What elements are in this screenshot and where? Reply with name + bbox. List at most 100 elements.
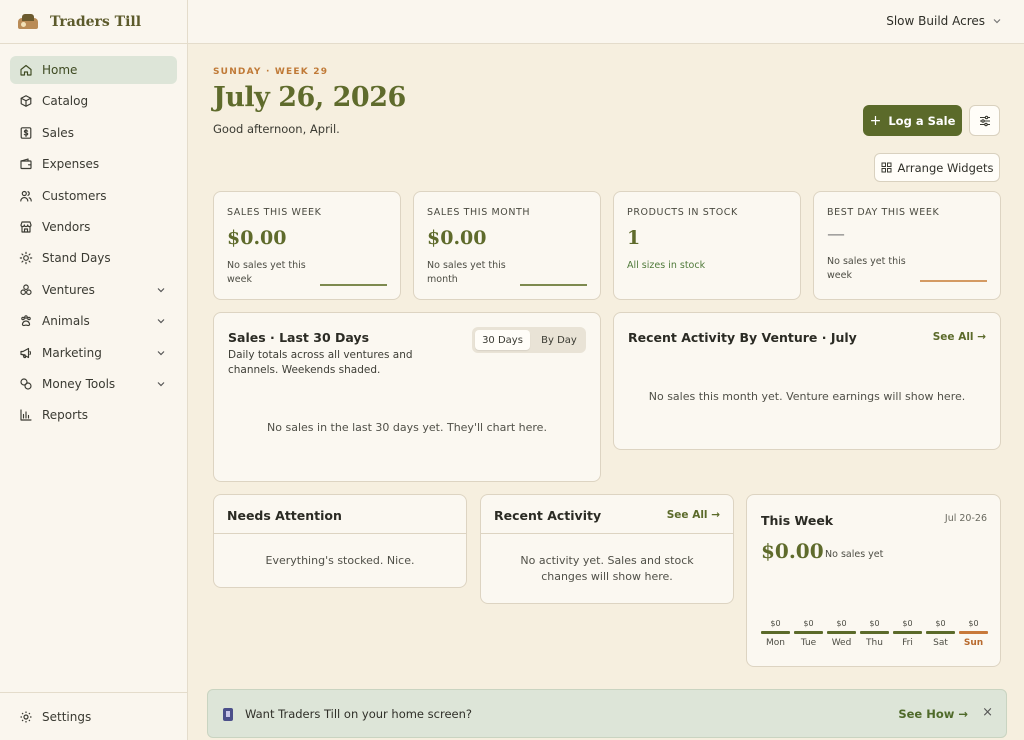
tab-by-day[interactable]: By Day: [534, 330, 584, 350]
sidebar-item-label: Home: [42, 63, 78, 77]
day-name: Wed: [831, 638, 852, 648]
stat-label: PRODUCTS IN STOCK: [627, 207, 738, 218]
sidebar-item-sales[interactable]: Sales: [10, 119, 177, 147]
log-sale-label: Log a Sale: [888, 113, 956, 128]
day-column: $0 Fri: [893, 619, 922, 648]
stat-value: $0.00: [427, 227, 487, 249]
week-note: No sales yet: [825, 549, 884, 560]
sidebar-item-label: Money Tools: [42, 376, 116, 391]
sidebar-item-label: Sales: [42, 125, 74, 140]
day-name: Thu: [866, 638, 883, 648]
this-week-card: This Week Jul 20-26 $0.00 No sales yet $…: [746, 494, 1001, 667]
filter-button[interactable]: [969, 105, 1000, 136]
day-bar: [794, 631, 823, 634]
sliders-icon: [979, 115, 990, 126]
greeting: Good afternoon, April.: [213, 122, 340, 136]
sidebar-item-catalog[interactable]: Catalog: [10, 87, 177, 115]
megaphone-icon: [19, 346, 33, 360]
day-value: $0: [836, 619, 847, 628]
sidebar-item-settings[interactable]: Settings: [10, 703, 177, 731]
sidebar-item-money-tools[interactable]: Money Tools: [10, 370, 177, 398]
day-value: $0: [869, 619, 880, 628]
ventures-icon: [19, 283, 33, 297]
plus-icon: +: [869, 112, 882, 129]
empty-state: Everything's stocked. Nice.: [265, 554, 415, 567]
day-value: $0: [968, 619, 979, 628]
sidebar-item-label: Marketing: [42, 345, 102, 360]
day-bar: [959, 631, 988, 634]
stat-card-best-day: BEST DAY THIS WEEK — No sales yet this w…: [813, 191, 1001, 300]
home-icon: [19, 63, 33, 77]
stat-subtext: No sales yet this week: [227, 260, 306, 285]
day-name: Mon: [766, 638, 785, 648]
paw-icon: [19, 314, 33, 328]
sidebar-item-customers[interactable]: Customers: [10, 182, 177, 210]
sidebar: Traders Till Home Catalog Sales Expenses Cus…: [0, 0, 188, 740]
dollar-icon: [19, 126, 33, 140]
sparkline: [920, 280, 987, 282]
sidebar-item-stand-days[interactable]: Stand Days: [10, 244, 177, 272]
sidebar-item-reports[interactable]: Reports: [10, 401, 177, 429]
sidebar-item-home[interactable]: Home: [10, 56, 177, 84]
log-sale-button[interactable]: + Log a Sale: [863, 105, 962, 136]
users-icon: [19, 189, 33, 203]
tab-30-days[interactable]: 30 Days: [475, 330, 530, 350]
sidebar-item-label: Catalog: [42, 94, 89, 109]
needs-attention-card: Needs Attention Everything's stocked. Ni…: [213, 494, 467, 588]
sun-icon: [19, 251, 33, 265]
sidebar-item-marketing[interactable]: Marketing: [10, 339, 177, 367]
day-name: Tue: [800, 638, 817, 648]
box-icon: [19, 94, 33, 108]
gear-icon: [19, 710, 33, 724]
empty-state: No sales in the last 30 days yet. They'l…: [267, 421, 547, 434]
stat-subtext: No sales yet this month: [427, 260, 506, 285]
chevron-down-icon[interactable]: [155, 284, 167, 296]
card-title: Needs Attention: [227, 508, 342, 523]
see-all-link[interactable]: See All →: [933, 331, 986, 343]
sidebar-item-expenses[interactable]: Expenses: [10, 150, 177, 178]
chevron-down-icon[interactable]: [155, 347, 167, 359]
card-title: Recent Activity By Venture · July: [628, 330, 857, 345]
day-value: $0: [770, 619, 781, 628]
stat-label: SALES THIS WEEK: [227, 207, 322, 218]
store-icon: [19, 220, 33, 234]
stat-card-sales-week: SALES THIS WEEK $0.00 No sales yet this …: [213, 191, 401, 300]
week-total: $0.00: [761, 539, 824, 563]
chevron-down-icon[interactable]: [155, 315, 167, 327]
stat-value: —: [827, 224, 845, 245]
install-banner: Want Traders Till on your home screen? S…: [207, 689, 1007, 738]
day-bar: [893, 631, 922, 634]
day-value: $0: [902, 619, 913, 628]
see-all-link[interactable]: See All →: [667, 509, 720, 521]
chevron-down-icon[interactable]: [155, 378, 167, 390]
see-how-link[interactable]: See How →: [898, 707, 968, 721]
chevron-down-icon: [993, 19, 1001, 24]
banner-text: Want Traders Till on your home screen?: [245, 707, 472, 721]
day-bar: [860, 631, 889, 634]
sidebar-nav: Home Catalog Sales Expenses Customers Vendors…: [0, 44, 187, 429]
phone-icon: [223, 708, 233, 721]
close-icon[interactable]: ×: [982, 705, 993, 720]
card-description: Daily totals across all ventures and cha…: [228, 349, 413, 376]
sidebar-item-vendors[interactable]: Vendors: [10, 213, 177, 241]
main-content: SUNDAY · WEEK 29 July 26, 2026 Good afte…: [188, 44, 1024, 740]
divider: [214, 533, 466, 534]
brand[interactable]: Traders Till: [0, 0, 187, 44]
account-switcher[interactable]: Slow Build Acres: [886, 14, 1002, 28]
day-value: $0: [803, 619, 814, 628]
sparkline: [320, 284, 387, 286]
card-title: Sales · Last 30 Days: [228, 330, 370, 345]
sidebar-item-ventures[interactable]: Ventures: [10, 276, 177, 304]
day-name: Fri: [902, 638, 913, 648]
day-bar: [827, 631, 856, 634]
stat-card-sales-month: SALES THIS MONTH $0.00 No sales yet this…: [413, 191, 601, 300]
sidebar-item-label: Reports: [42, 408, 89, 423]
wallet-icon: [19, 157, 33, 171]
day-bar: [926, 631, 955, 634]
sidebar-item-label: Vendors: [42, 219, 91, 234]
day-column: $0 Thu: [860, 619, 889, 648]
stat-value: $0.00: [227, 227, 287, 249]
arrange-widgets-button[interactable]: Arrange Widgets: [874, 153, 1000, 182]
stat-subtext: All sizes in stock: [627, 260, 706, 271]
sidebar-item-animals[interactable]: Animals: [10, 307, 177, 335]
